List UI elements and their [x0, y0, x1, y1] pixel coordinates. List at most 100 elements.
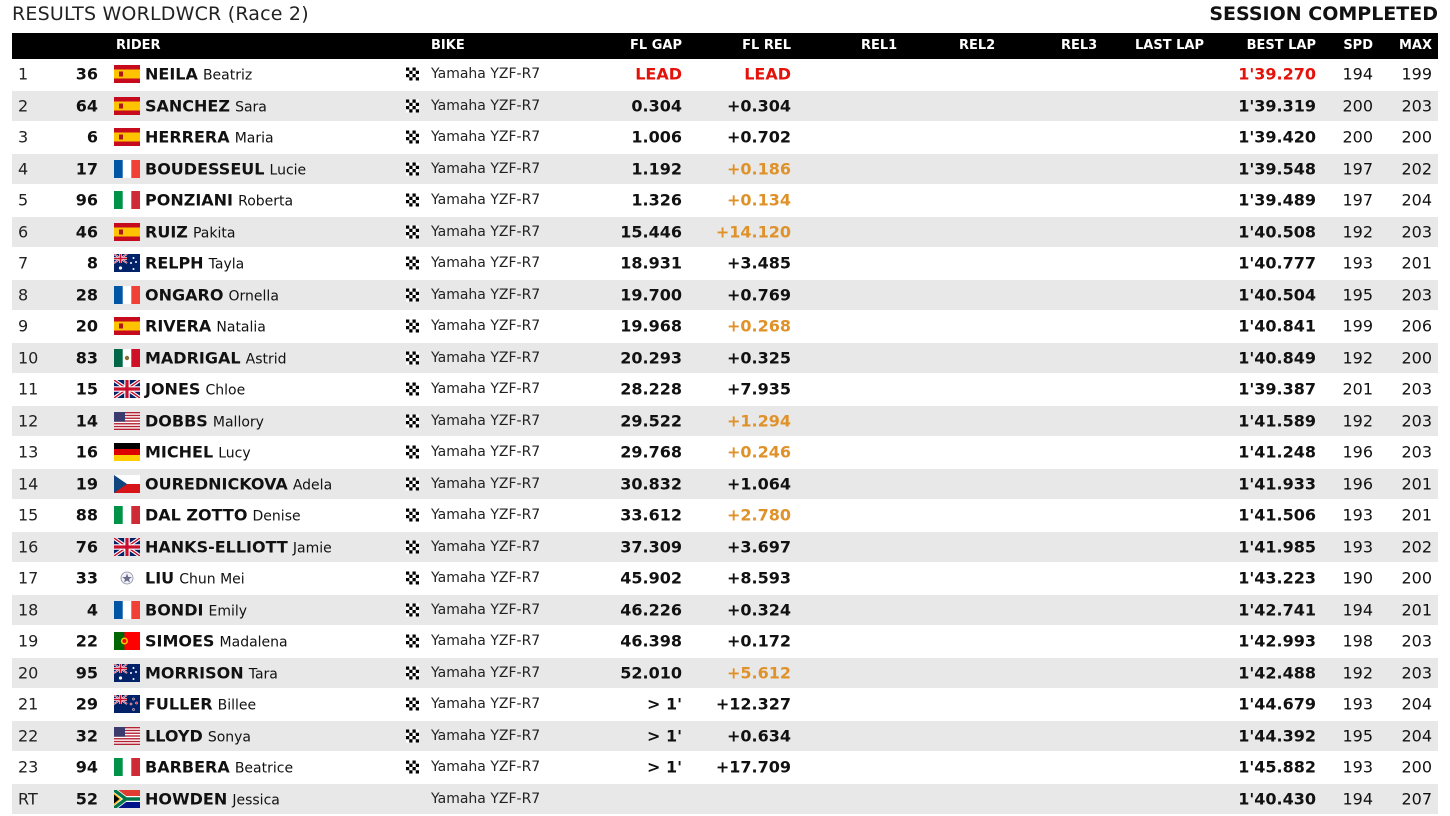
table-row[interactable]: 3 6 HERRERA Maria Yamaha YZF-R7 1.006 +0.702 1…	[12, 122, 1438, 154]
rider-surname: SANCHEZ	[145, 96, 230, 116]
rider-name[interactable]: SIMOES Madalena	[145, 632, 288, 651]
rider-name[interactable]: ONGARO Ornella	[145, 285, 279, 304]
bike: Yamaha YZF-R7	[431, 696, 541, 713]
rider-name[interactable]: BARBERA Beatrice	[145, 758, 293, 777]
table-row[interactable]: 15 88 DAL ZOTTO Denise Yamaha YZF-R7 33.612 +…	[12, 500, 1438, 532]
fl-rel: +0.324	[726, 600, 791, 620]
rider-name[interactable]: DOBBS Mallory	[145, 411, 264, 430]
rider-name[interactable]: HERRERA Maria	[145, 128, 274, 147]
rider-name[interactable]: NEILA Beatriz	[145, 65, 252, 84]
rider-name[interactable]: HOWDEN Jessica	[145, 789, 280, 808]
col-bike[interactable]: BIKE	[431, 38, 465, 53]
table-row[interactable]: 10 83 MADRIGAL Astrid Yamaha YZF-R7 20.293 +0…	[12, 342, 1438, 374]
rider-number: 14	[75, 411, 98, 431]
speed: 192	[1342, 222, 1373, 242]
rider-name[interactable]: MADRIGAL Astrid	[145, 348, 287, 367]
table-row[interactable]: 6 46 RUIZ Pakita Yamaha YZF-R7 15.446 +14.120…	[12, 216, 1438, 248]
max-speed: 200	[1401, 757, 1432, 777]
fl-rel: +1.064	[726, 474, 791, 494]
table-row[interactable]: 4 17 BOUDESSEUL Lucie Yamaha YZF-R7 1.192 +0.…	[12, 153, 1438, 185]
best-lap: 1'41.985	[1238, 537, 1316, 557]
col-rel3[interactable]: REL3	[1061, 38, 1097, 53]
table-row[interactable]: RT 52 HOWDEN Jessica Yamaha YZF-R7 1'40.430 1…	[12, 783, 1438, 815]
col-rider[interactable]: RIDER	[116, 38, 161, 53]
speed: 194	[1342, 64, 1373, 84]
fl-gap: > 1'	[646, 757, 682, 777]
table-row[interactable]: 7 8 RELPH Tayla Yamaha YZF-R7 18.931 +3.485 1'…	[12, 248, 1438, 280]
fl-rel: +8.593	[726, 568, 791, 588]
fl-gap: 0.304	[631, 96, 682, 116]
rider-name[interactable]: BOUDESSEUL Lucie	[145, 159, 306, 178]
bike: Yamaha YZF-R7	[431, 538, 541, 555]
table-header: RIDER BIKE FL GAP FL REL REL1 REL2 REL3 …	[12, 33, 1438, 59]
rider-name[interactable]: RUIZ Pakita	[145, 222, 235, 241]
rider-name[interactable]: BONDI Emily	[145, 600, 247, 619]
table-row[interactable]: 11 15 JONES Chloe Yamaha YZF-R7 28.228 +7.935…	[12, 374, 1438, 406]
rider-name[interactable]: HANKS-ELLIOTT Jamie	[145, 537, 332, 556]
col-max[interactable]: MAX	[1399, 38, 1432, 53]
results-table: RIDER BIKE FL GAP FL REL REL1 REL2 REL3 …	[12, 33, 1438, 815]
fl-rel: +0.134	[726, 190, 791, 210]
rider-name[interactable]: PONZIANI Roberta	[145, 191, 293, 210]
col-rel2[interactable]: REL2	[959, 38, 995, 53]
table-row[interactable]: 13 16 MICHEL Lucy Yamaha YZF-R7 29.768 +0.246…	[12, 437, 1438, 469]
col-last-lap[interactable]: LAST LAP	[1135, 38, 1204, 53]
col-spd[interactable]: SPD	[1343, 38, 1373, 53]
esp-flag-icon	[114, 128, 140, 147]
speed: 192	[1342, 348, 1373, 368]
table-row[interactable]: 2 64 SANCHEZ Sara Yamaha YZF-R7 0.304 +0.304 1…	[12, 90, 1438, 122]
fl-rel: +7.935	[726, 379, 791, 399]
rider-surname: HERRERA	[145, 127, 230, 147]
rider-surname: JONES	[145, 379, 201, 399]
col-fl-gap[interactable]: FL GAP	[630, 38, 682, 53]
table-row[interactable]: 17 33 LIU Chun Mei Yamaha YZF-R7 45.902 +8.59…	[12, 563, 1438, 595]
rider-number: 29	[75, 694, 98, 714]
table-row[interactable]: 19 22 SIMOES Madalena Yamaha YZF-R7 46.398 +0…	[12, 626, 1438, 658]
rider-name[interactable]: LIU Chun Mei	[145, 569, 245, 588]
table-row[interactable]: 5 96 PONZIANI Roberta Yamaha YZF-R7 1.326 +0.…	[12, 185, 1438, 217]
best-lap: 1'41.589	[1238, 411, 1316, 431]
rider-name[interactable]: MICHEL Lucy	[145, 443, 251, 462]
table-row[interactable]: 12 14 DOBBS Mallory Yamaha YZF-R7 29.522 +1.2…	[12, 405, 1438, 437]
table-row[interactable]: 14 19 OUREDNICKOVA Adela Yamaha YZF-R7 30.83…	[12, 468, 1438, 500]
table-row[interactable]: 9 20 RIVERA Natalia Yamaha YZF-R7 19.968 +0.2…	[12, 311, 1438, 343]
rider-name[interactable]: JONES Chloe	[145, 380, 245, 399]
fl-gap: 1.192	[631, 159, 682, 179]
rider-name[interactable]: RIVERA Natalia	[145, 317, 266, 336]
rider-name[interactable]: LLOYD Sonya	[145, 726, 251, 745]
ita-flag-icon	[114, 191, 140, 210]
table-row[interactable]: 20 95 MORRISON Tara Yamaha YZF-R7 52.010 +5.6…	[12, 657, 1438, 689]
rider-name[interactable]: SANCHEZ Sara	[145, 96, 267, 115]
table-row[interactable]: 18 4 BONDI Emily Yamaha YZF-R7 46.226 +0.324 1…	[12, 594, 1438, 626]
rider-surname: RELPH	[145, 253, 204, 273]
col-fl-rel[interactable]: FL REL	[742, 38, 791, 53]
rider-name[interactable]: OUREDNICKOVA Adela	[145, 474, 332, 493]
best-lap: 1'39.270	[1238, 64, 1316, 84]
rider-number: 64	[75, 96, 98, 116]
rider-number: 95	[75, 663, 98, 683]
table-row[interactable]: 1 36 NEILA Beatriz Yamaha YZF-R7 LEAD LEAD 1'3…	[12, 59, 1438, 91]
table-row[interactable]: 8 28 ONGARO Ornella Yamaha YZF-R7 19.700 +0.7…	[12, 279, 1438, 311]
max-speed: 201	[1401, 505, 1432, 525]
fl-gap: 19.968	[620, 316, 682, 336]
rider-name[interactable]: FULLER Billee	[145, 695, 256, 714]
table-row[interactable]: 16 76 HANKS-ELLIOTT Jamie Yamaha YZF-R7 37.3…	[12, 531, 1438, 563]
rider-surname: ONGARO	[145, 285, 224, 305]
max-speed: 202	[1401, 537, 1432, 557]
max-speed: 204	[1401, 726, 1432, 746]
rider-name[interactable]: DAL ZOTTO Denise	[145, 506, 301, 525]
max-speed: 203	[1401, 663, 1432, 683]
fl-gap: 33.612	[620, 505, 682, 525]
col-rel1[interactable]: REL1	[861, 38, 897, 53]
rider-first-name: Chloe	[205, 382, 246, 399]
rider-name[interactable]: MORRISON Tara	[145, 663, 278, 682]
table-row[interactable]: 22 32 LLOYD Sonya Yamaha YZF-R7 > 1' +0.634 1'…	[12, 720, 1438, 752]
position: 7	[18, 253, 29, 273]
rider-number: 76	[75, 537, 98, 557]
position: 8	[18, 285, 29, 305]
col-best-lap[interactable]: BEST LAP	[1247, 38, 1316, 53]
best-lap: 1'40.508	[1238, 222, 1316, 242]
rider-name[interactable]: RELPH Tayla	[145, 254, 244, 273]
table-row[interactable]: 23 94 BARBERA Beatrice Yamaha YZF-R7 > 1' +17…	[12, 752, 1438, 784]
table-row[interactable]: 21 29 FULLER Billee Yamaha YZF-R7 > 1' +12.32…	[12, 689, 1438, 721]
